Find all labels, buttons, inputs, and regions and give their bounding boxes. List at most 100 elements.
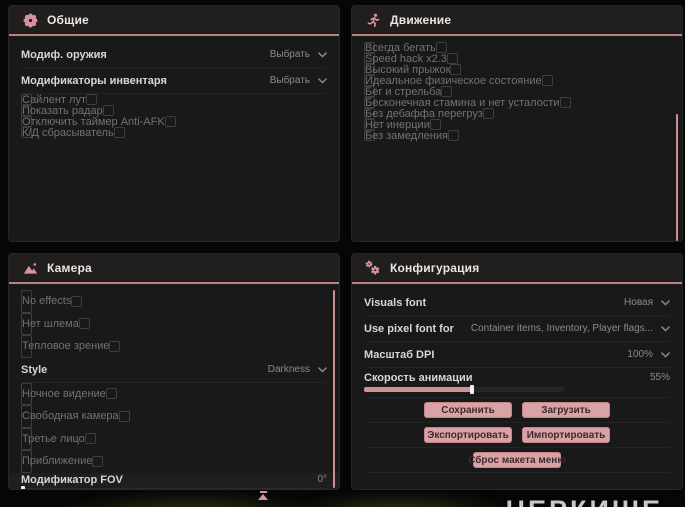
option-row[interactable]: Приближение xyxy=(21,450,104,473)
dropdown[interactable]: Container items, Inventory, Player flags… xyxy=(471,323,670,334)
checkbox[interactable] xyxy=(435,42,447,53)
option-row[interactable]: Всегда бегать xyxy=(364,42,447,54)
checkbox[interactable] xyxy=(164,116,176,127)
option-row[interactable]: Идеальное физическое состояние xyxy=(364,75,553,87)
option-row[interactable]: Третье лицо xyxy=(21,427,96,450)
option-label: Приближение xyxy=(22,455,93,468)
dropdown[interactable]: Darkness xyxy=(268,364,327,375)
checkbox[interactable] xyxy=(446,53,458,64)
panel-camera: Камера No effects Нет шлема Тепловое зрени… xyxy=(8,253,340,490)
checkbox[interactable] xyxy=(78,318,90,330)
option-row[interactable]: Тепловое зрение xyxy=(21,335,121,358)
panel-title: Движение xyxy=(390,13,452,27)
panel-general: Общие Модиф. оружия Выбрать Модификаторы и… xyxy=(8,5,340,242)
option-row: Модификаторы инвентаря Выбрать xyxy=(21,68,327,94)
dropdown[interactable]: Новая xyxy=(624,297,670,308)
option-row: Сохранить Загрузить xyxy=(364,398,670,423)
checkbox[interactable] xyxy=(92,455,104,467)
panel-title: Общие xyxy=(47,13,89,27)
option-label: No effects xyxy=(22,295,72,308)
dropdown-value: 100% xyxy=(627,349,653,360)
panel-movement-header[interactable]: Движение xyxy=(352,6,682,36)
option-row[interactable]: Нет шлема xyxy=(21,312,90,335)
option-row[interactable]: Бесконечная стамина и нет усталости xyxy=(364,97,571,109)
slider-handle[interactable] xyxy=(470,385,474,394)
option-row[interactable]: Сайлент лут xyxy=(21,94,97,106)
option-label: Масштаб DPI xyxy=(364,348,435,361)
grass-texture xyxy=(60,491,320,507)
runner-icon xyxy=(365,13,381,28)
option-label: К/Д сбрасыватель xyxy=(22,126,114,139)
action-button[interactable]: Импортировать xyxy=(522,427,610,443)
option-row: Скорость анимации 55% xyxy=(364,368,670,398)
panel-config: Конфигурация Visuals font Новая Use pixel … xyxy=(351,253,683,490)
action-button[interactable]: Загрузить xyxy=(522,402,610,418)
option-row: Style Darkness xyxy=(21,358,327,383)
checkbox[interactable] xyxy=(118,410,130,422)
checkbox[interactable] xyxy=(559,97,571,108)
option-label: Ночное видение xyxy=(22,387,106,400)
panel-title: Конфигурация xyxy=(390,261,480,275)
option-label: Visuals font xyxy=(364,296,427,309)
option-row: Модиф. оружия Выбрать xyxy=(21,42,327,68)
option-row[interactable]: Свободная камера xyxy=(21,405,130,428)
option-row: Экспортировать Импортировать xyxy=(364,423,670,448)
checkbox[interactable] xyxy=(71,295,83,307)
action-button[interactable]: Сохранить xyxy=(424,402,512,418)
checkbox[interactable] xyxy=(482,108,494,119)
checkbox[interactable] xyxy=(541,75,553,86)
option-row[interactable]: Ночное видение xyxy=(21,382,117,405)
option-row[interactable]: Бег и стрельба xyxy=(364,86,453,98)
option-row[interactable]: К/Д сбрасыватель xyxy=(21,127,125,139)
option-row[interactable]: Высокий прыжок xyxy=(364,64,462,76)
checkbox[interactable] xyxy=(109,340,121,352)
checkbox[interactable] xyxy=(84,433,96,445)
triangle-up-icon xyxy=(258,494,268,500)
dropdown-value: Выбрать xyxy=(269,75,310,86)
option-label: Модиф. оружия xyxy=(21,48,107,61)
panel-movement: Движение Всегда бегать Speed hack x2.3 Выс… xyxy=(351,5,683,242)
option-row[interactable]: No effects xyxy=(21,290,83,313)
option-row[interactable]: Показать радар xyxy=(21,105,114,117)
checkbox[interactable] xyxy=(102,105,114,116)
panel-config-header[interactable]: Конфигурация xyxy=(352,254,682,284)
checkbox[interactable] xyxy=(113,127,125,138)
action-button[interactable]: Экспортировать xyxy=(424,427,512,443)
slider[interactable] xyxy=(364,385,564,394)
checkbox[interactable] xyxy=(441,86,453,97)
mod-menu-overlay: ЧЕРКИШЕ Общие Модиф. оружияВыбратьМодифи… xyxy=(0,0,685,507)
scroll-up-arrow[interactable] xyxy=(256,491,270,500)
option-row[interactable]: Без дебаффа перегруз xyxy=(364,108,494,120)
scroll-dash xyxy=(259,491,267,493)
dropdown[interactable]: 100% xyxy=(627,349,670,360)
dropdown[interactable]: Выбрать xyxy=(270,75,327,86)
option-row[interactable]: Нет инерции xyxy=(364,119,441,131)
checkbox[interactable] xyxy=(450,64,462,75)
panel-general-header[interactable]: Общие xyxy=(9,6,339,36)
checkbox[interactable] xyxy=(447,130,459,141)
option-row[interactable]: Speed hack x2.3 xyxy=(364,53,458,65)
option-row: Модификатор FOV 0° xyxy=(9,472,339,489)
checkbox[interactable] xyxy=(105,388,117,400)
option-row[interactable]: Без замедления xyxy=(364,130,459,142)
option-label: Нет шлема xyxy=(22,317,79,330)
chevron-down-icon xyxy=(661,351,670,358)
slider[interactable] xyxy=(21,485,327,489)
option-label: Скорость анимации xyxy=(364,372,473,384)
dropdown-value: Container items, Inventory, Player flags… xyxy=(470,323,653,334)
flower-gear-icon xyxy=(22,12,38,28)
panel-camera-header[interactable]: Камера xyxy=(9,254,339,284)
scrollbar[interactable] xyxy=(333,290,335,488)
slider-handle[interactable] xyxy=(21,485,25,489)
option-row: Visuals font Новая xyxy=(364,290,670,316)
chevron-down-icon xyxy=(661,325,670,332)
slider-fill xyxy=(364,387,474,392)
option-row[interactable]: Отключить таймер Anti-AFK xyxy=(21,116,176,128)
scrollbar[interactable] xyxy=(676,114,678,241)
checkbox[interactable] xyxy=(86,94,97,105)
action-button[interactable]: Сброс макета меню xyxy=(468,452,566,468)
slider-value: 0° xyxy=(317,473,327,485)
dropdown[interactable]: Выбрать xyxy=(270,49,327,60)
dropdown-value: Новая xyxy=(624,297,653,308)
checkbox[interactable] xyxy=(429,119,441,130)
